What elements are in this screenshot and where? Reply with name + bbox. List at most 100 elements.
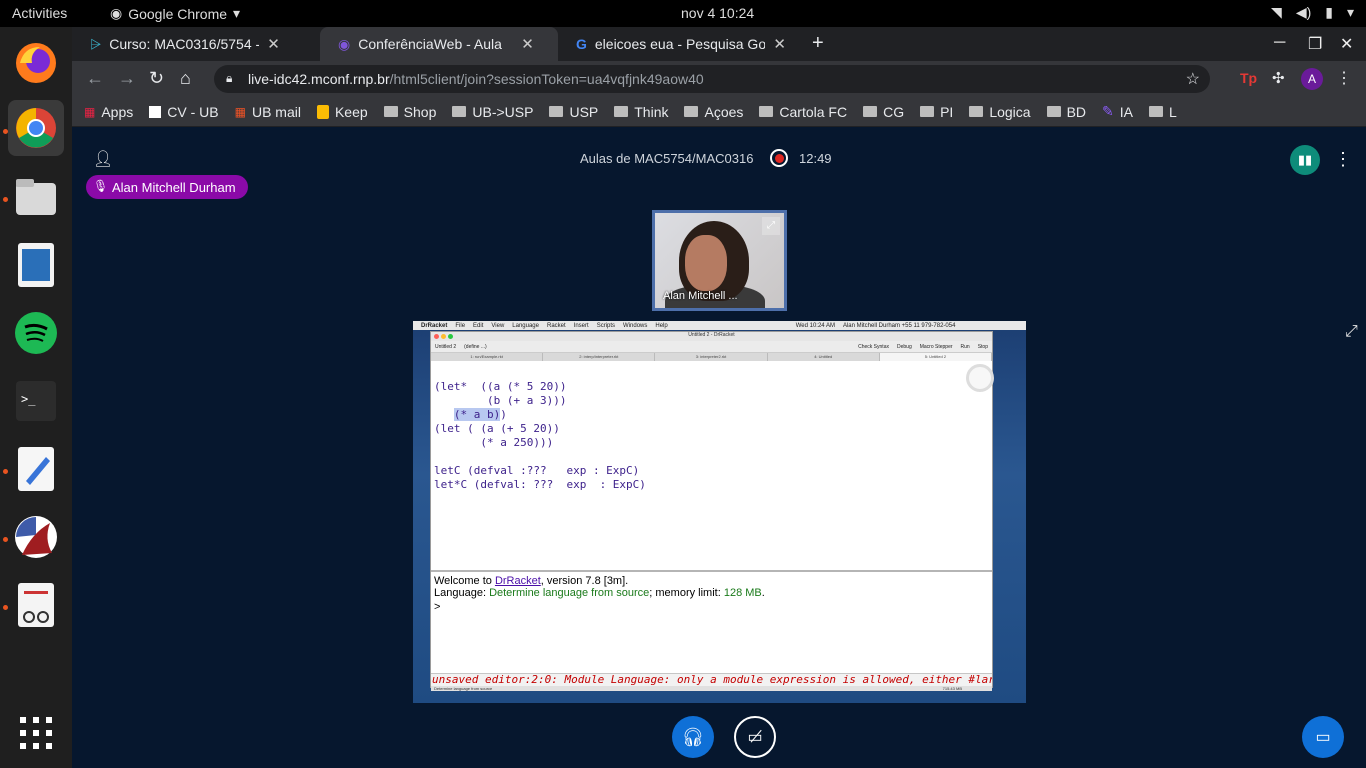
system-clock[interactable]: nov 4 10:24 (681, 5, 754, 21)
bookmark-ub-usp[interactable]: UB->USP (452, 104, 533, 120)
profile-avatar[interactable]: A (1301, 68, 1323, 90)
battery-icon: ▮ (1325, 4, 1333, 20)
drracket-title: Untitled 2 - DrRacket (431, 332, 992, 341)
headphones-audio-button[interactable]: 🎧︎ (672, 716, 714, 758)
folder-icon (1046, 106, 1061, 117)
tab-curso[interactable]: ⩥ Curso: MAC0316/5754 - Co ✕ (72, 27, 318, 61)
extensions-puzzle-icon[interactable]: ✣ (1272, 69, 1285, 87)
forward-button[interactable]: → (118, 68, 136, 89)
code-line: (b (+ a 3))) (434, 394, 567, 407)
folder-icon (920, 106, 935, 117)
bookmark-l[interactable]: L (1149, 104, 1177, 120)
close-icon[interactable]: ✕ (267, 35, 280, 53)
address-bar[interactable]: 🔒︎ live-idc42.mconf.rnp.br/html5client/j… (214, 65, 1210, 93)
bookmark-ub-mail[interactable]: ▦ UB mail (235, 104, 301, 120)
webcam-video[interactable]: Alan Mitchell ... ⤢ (652, 210, 787, 311)
firefox-icon[interactable] (8, 35, 64, 91)
lock-icon: 🔒︎ (226, 71, 233, 85)
wifi-icon: ◥ (1271, 4, 1282, 20)
microsoft-icon: ▦ (234, 104, 246, 119)
gnome-top-bar: Activities ◉ Google Chrome ▾ nov 4 10:24… (0, 0, 1366, 27)
svg-text:>_: >_ (21, 392, 36, 406)
chrome-menu-icon[interactable]: ⋮ (1336, 68, 1352, 88)
drracket-link[interactable]: DrRacket (495, 575, 541, 587)
tab-conferencia[interactable]: ◉ ConferênciaWeb - Aula ✕ (320, 27, 558, 61)
minimize-button[interactable]: ─ (1274, 34, 1285, 52)
definitions-editor[interactable]: (let* ((a (* 5 20)) (b (+ a 3))) (* a b)… (431, 372, 992, 569)
writer-icon[interactable] (8, 237, 64, 293)
presentation-button[interactable]: ▭ (1302, 716, 1344, 758)
interactions-pane[interactable]: Welcome to DrRacket, version 7.8 [3m]. L… (431, 573, 992, 673)
activities-button[interactable]: Activities (12, 5, 67, 21)
system-tray[interactable]: ◥ ◀) ▮ ▾ (1271, 4, 1354, 21)
bookmark-usp[interactable]: USP (549, 104, 598, 120)
code-line: (let ( (a (+ 5 20)) (434, 422, 560, 435)
back-button[interactable]: ← (86, 68, 104, 89)
drracket-window: Untitled 2 - DrRacket Untitled 2 (define… (430, 331, 994, 691)
user-list-icon[interactable]: 👤︎ (93, 149, 113, 169)
fullscreen-icon[interactable]: ⤢ (762, 217, 780, 235)
bookmark-ia[interactable]: ✎ IA (1102, 103, 1133, 120)
bookmark-cartola[interactable]: Cartola FC (759, 104, 847, 120)
extension-tp-icon[interactable]: Tp (1240, 70, 1257, 86)
tab-eleicoes[interactable]: G eleicoes eua - Pesquisa Go ✕ (558, 27, 796, 61)
bookmark-cv-ub[interactable]: CV - UB (149, 104, 219, 120)
meeting-title: Aulas de MAC5754/MAC0316 (580, 151, 754, 166)
reload-button[interactable]: ↻ (149, 68, 164, 89)
folder-icon (863, 106, 878, 117)
bookmark-keep[interactable]: Keep (316, 104, 368, 120)
close-window-button[interactable]: ✕ (1340, 34, 1353, 54)
folder-icon (684, 106, 699, 117)
code-line: (* a b)) (453, 408, 507, 421)
home-button[interactable]: ⌂ (180, 68, 191, 89)
bookmark-acoes[interactable]: Açoes (684, 104, 743, 120)
bookmark-pi[interactable]: PI (920, 104, 953, 120)
folder-icon (969, 106, 984, 117)
new-tab-button[interactable]: + (812, 32, 824, 55)
files-icon[interactable] (8, 169, 64, 225)
folder-icon (383, 106, 398, 117)
bookmark-cg[interactable]: CG (863, 104, 904, 120)
drracket-tabs: 1: run/Example.rkt 2: interp/interpreter… (431, 353, 993, 361)
terminal-icon[interactable]: >_ (8, 373, 64, 429)
chevron-down-icon: ▾ (233, 5, 241, 21)
bookmark-shop[interactable]: Shop (383, 104, 436, 120)
code-line: (* a 250))) (434, 436, 554, 449)
chrome-icon[interactable] (8, 100, 64, 156)
expand-presentation-icon[interactable]: ⤢ (1345, 323, 1358, 341)
bookmarks-bar: ▦ Apps CV - UB ▦ UB mail Keep Shop UB->USP… (72, 97, 1366, 127)
page-icon (149, 105, 162, 118)
bookmark-logica[interactable]: Logica (969, 104, 1031, 120)
connection-status-button[interactable]: ▮▮ (1290, 145, 1320, 175)
recording-indicator-icon[interactable] (770, 149, 788, 167)
code-line: letC (defval :??? exp : ExpC) (434, 464, 640, 477)
options-menu-icon[interactable]: ⋮ (1334, 149, 1352, 170)
bookmark-think[interactable]: Think (614, 104, 668, 120)
close-icon[interactable]: ✕ (521, 35, 534, 53)
chevron-down-icon: ▾ (1346, 4, 1354, 20)
spotify-icon[interactable] (8, 305, 64, 361)
mac-menu-bar: DrRacket File Edit View Language Racket … (413, 321, 1026, 330)
pane-splitter[interactable] (431, 570, 992, 572)
bookmark-bd[interactable]: BD (1046, 104, 1086, 120)
apps-grid-icon: ▦ (84, 104, 96, 119)
conference-page: 👤︎ Aulas de MAC5754/MAC0316 12:49 ▮▮ ⋮ 🎙… (72, 127, 1366, 768)
bookmark-apps[interactable]: ▦ Apps (84, 104, 133, 120)
chrome-small-icon: ◉ (110, 5, 123, 21)
folder-icon (1149, 106, 1164, 117)
ubuntu-dock: >_ (0, 27, 72, 768)
chrome-toolbar: ← → ↻ ⌂ 🔒︎ live-idc42.mconf.rnp.br/html5… (72, 61, 1366, 97)
volume-icon: ◀) (1295, 4, 1312, 20)
app-menu[interactable]: ◉ Google Chrome ▾ (110, 5, 240, 22)
maximize-button[interactable]: ❐ (1308, 34, 1322, 54)
close-icon[interactable]: ✕ (773, 35, 786, 53)
bookmark-star-icon[interactable]: ☆ (1186, 69, 1200, 89)
google-icon: G (576, 36, 587, 52)
show-apps-icon[interactable] (8, 705, 64, 761)
talking-indicator[interactable]: 🎙︎ Alan Mitchell Durham (86, 175, 248, 199)
document-viewer-icon[interactable] (8, 577, 64, 633)
ia-icon: ✎ (1102, 103, 1114, 119)
camera-off-button[interactable]: ▭̸ (734, 716, 776, 758)
text-editor-icon[interactable] (8, 441, 64, 497)
racket-icon[interactable] (8, 509, 64, 565)
